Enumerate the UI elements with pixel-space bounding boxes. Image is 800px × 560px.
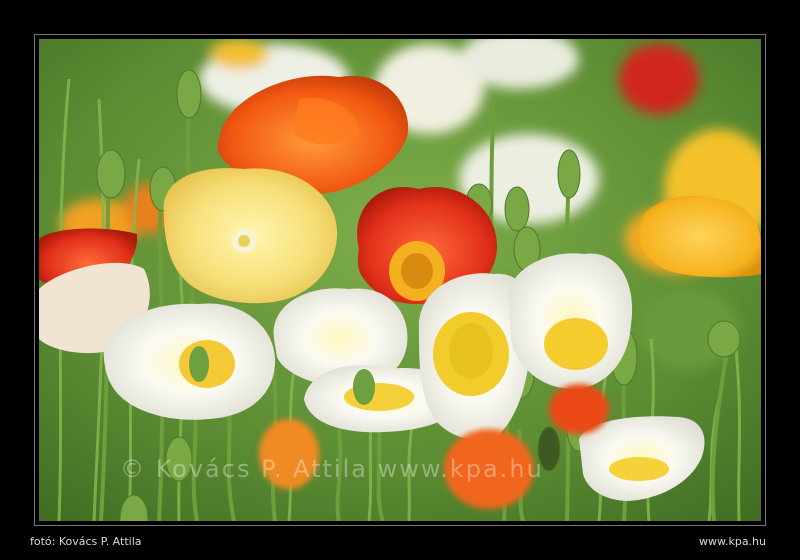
poppy-photo	[39, 39, 761, 521]
poppy-field-illustration	[39, 39, 761, 521]
photographer-credit: fotó: Kovács P. Attila	[30, 535, 142, 548]
website-credit: www.kpa.hu	[698, 535, 766, 548]
white-poppy-left	[103, 303, 276, 420]
pale-yellow-poppy	[163, 168, 338, 304]
white-poppy-right	[508, 253, 633, 390]
